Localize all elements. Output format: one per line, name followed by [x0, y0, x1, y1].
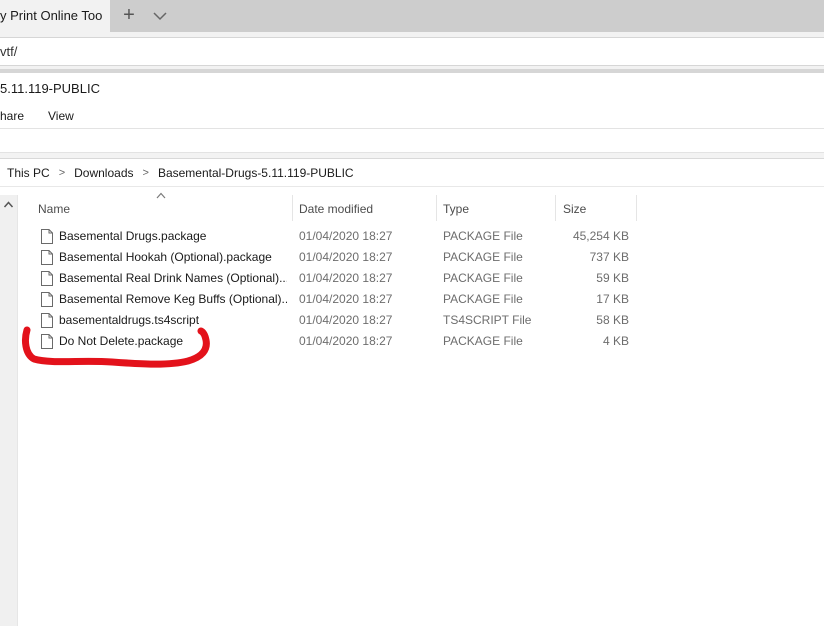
- ribbon-divider: [0, 128, 824, 129]
- column-header-name-label: Name: [38, 202, 71, 216]
- browser-tab[interactable]: y Print Online Too: [0, 0, 110, 32]
- file-name: Basemental Drugs.package: [59, 229, 207, 243]
- file-name: Basemental Real Drink Names (Optional)..…: [59, 271, 287, 285]
- file-icon: [41, 271, 53, 286]
- breadcrumb-separator-icon[interactable]: >: [143, 167, 149, 179]
- file-size: 737 KB: [589, 250, 629, 264]
- vertical-scrollbar[interactable]: [0, 195, 18, 626]
- breadcrumb-item-this-pc[interactable]: This PC: [7, 166, 50, 180]
- breadcrumb-bottom-border: [0, 186, 824, 187]
- file-size: 58 KB: [596, 313, 629, 327]
- file-row[interactable]: Basemental Drugs.package 01/04/2020 18:2…: [37, 226, 637, 247]
- file-type: PACKAGE File: [443, 271, 523, 285]
- column-header-type-label: Type: [443, 202, 470, 216]
- explorer-window-title: 5.11.119-PUBLIC: [0, 81, 100, 96]
- breadcrumb: This PC > Downloads > Basemental-Drugs-5.11.…: [7, 165, 354, 180]
- file-date: 01/04/2020 18:27: [299, 229, 393, 243]
- column-header-size[interactable]: Size: [556, 195, 637, 221]
- browser-tab-strip: y Print Online Too +: [0, 0, 824, 32]
- file-date: 01/04/2020 18:27: [299, 250, 393, 264]
- file-size: 59 KB: [596, 271, 629, 285]
- column-header-size-label: Size: [563, 202, 587, 216]
- address-bar-text: vtf/: [0, 44, 18, 59]
- file-date: 01/04/2020 18:27: [299, 313, 393, 327]
- column-header-type[interactable]: Type: [437, 195, 556, 221]
- file-row[interactable]: Basemental Remove Keg Buffs (Optional)..…: [37, 289, 637, 310]
- file-icon: [41, 250, 53, 265]
- file-date: 01/04/2020 18:27: [299, 334, 393, 348]
- file-type: PACKAGE File: [443, 229, 523, 243]
- browser-tab-title: y Print Online Too: [0, 8, 103, 23]
- file-icon: [41, 292, 53, 307]
- file-type: TS4SCRIPT File: [443, 313, 532, 327]
- column-header-date-label: Date modified: [299, 202, 374, 216]
- file-row[interactable]: Basemental Hookah (Optional).package 01/…: [37, 247, 637, 268]
- column-header-name[interactable]: Name: [28, 195, 293, 221]
- file-row[interactable]: Basemental Real Drink Names (Optional)..…: [37, 268, 637, 289]
- window-separator: [0, 69, 824, 73]
- file-size: 17 KB: [596, 292, 629, 306]
- address-bar[interactable]: vtf/: [0, 37, 824, 66]
- ribbon-tab-view[interactable]: View: [48, 109, 74, 123]
- file-type: PACKAGE File: [443, 334, 523, 348]
- plus-icon: +: [123, 4, 135, 26]
- breadcrumb-item-downloads[interactable]: Downloads: [74, 166, 133, 180]
- file-type: PACKAGE File: [443, 250, 523, 264]
- breadcrumb-top-border: [0, 158, 824, 159]
- file-date: 01/04/2020 18:27: [299, 271, 393, 285]
- file-size: 45,254 KB: [572, 229, 629, 243]
- file-icon: [41, 229, 53, 244]
- breadcrumb-separator-icon[interactable]: >: [59, 167, 65, 179]
- column-header-date[interactable]: Date modified: [293, 195, 437, 221]
- file-name: Basemental Remove Keg Buffs (Optional)..…: [59, 292, 287, 306]
- tab-list-chevron-icon[interactable]: [150, 6, 170, 26]
- scroll-up-icon[interactable]: [3, 200, 14, 209]
- new-tab-button[interactable]: +: [118, 5, 140, 27]
- red-marker-annotation: [22, 326, 210, 368]
- file-name: Basemental Hookah (Optional).package: [59, 250, 272, 264]
- breadcrumb-item-current-folder[interactable]: Basemental-Drugs-5.11.119-PUBLIC: [158, 166, 354, 180]
- column-divider[interactable]: [636, 195, 637, 221]
- ribbon-tab-share[interactable]: hare: [0, 109, 24, 123]
- file-size: 4 KB: [602, 334, 629, 348]
- file-type: PACKAGE File: [443, 292, 523, 306]
- file-date: 01/04/2020 18:27: [299, 292, 393, 306]
- browser-address-row: vtf/: [0, 32, 824, 69]
